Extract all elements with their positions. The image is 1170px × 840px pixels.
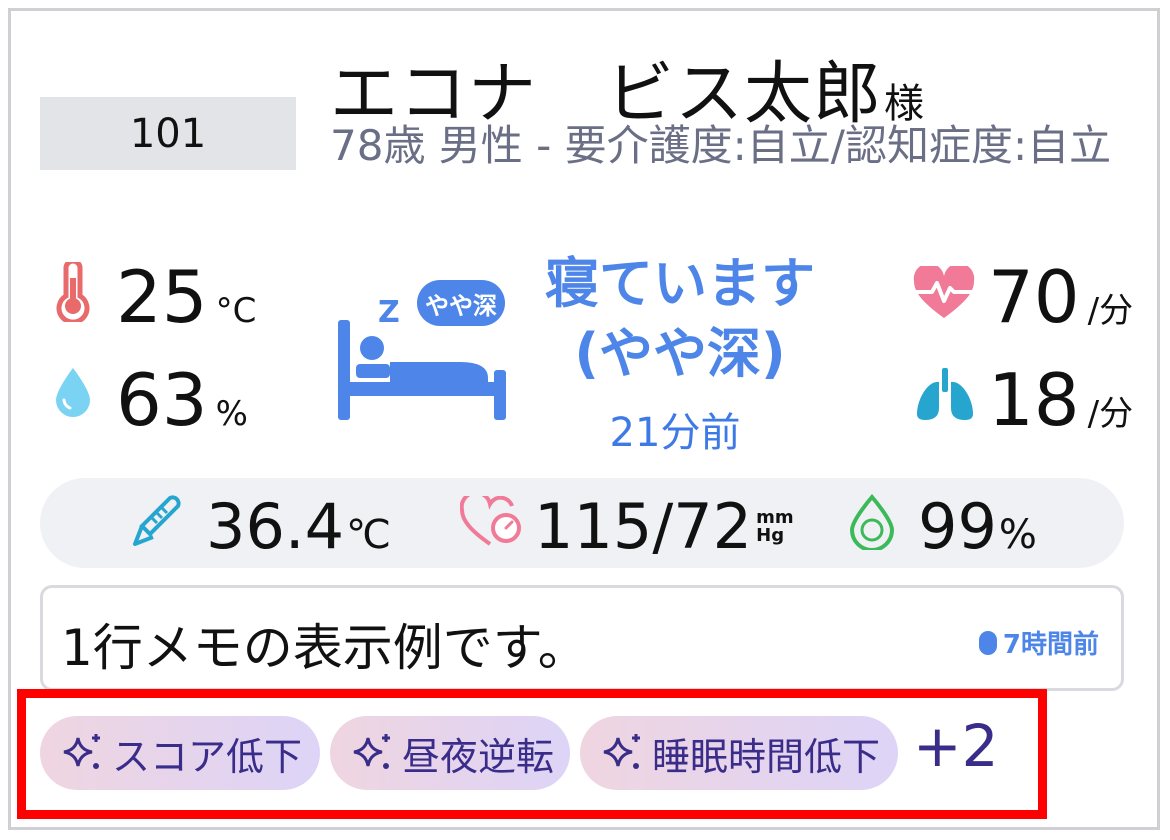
room-humidity: 63 % <box>116 358 248 442</box>
thermometer-icon <box>56 262 90 322</box>
memo-box[interactable]: 1行メモの表示例です。 7時間前 <box>40 585 1124 691</box>
memo-time-ago-text: 7時間前 <box>1002 630 1099 660</box>
blood-pressure-unit-top: mm <box>756 506 794 528</box>
room-temperature: 25 °C <box>116 255 256 339</box>
sparkle-icon <box>603 734 640 769</box>
spo2: 99 % <box>918 490 1037 563</box>
body-thermometer-icon <box>133 495 181 546</box>
lungs-icon <box>917 368 973 420</box>
body-temperature-value: 36.4 <box>206 490 345 563</box>
room-temperature-unit: °C <box>215 291 257 331</box>
blood-pressure-unit: mm Hg <box>756 506 794 546</box>
sleep-time-ago: 21分前 <box>609 410 741 456</box>
heart-rate-value: 70 <box>988 255 1080 339</box>
sleep-depth-text: (やや深) <box>574 322 786 385</box>
memo-text: 1行メモの表示例です。 <box>61 619 588 677</box>
room-number: 101 <box>40 97 296 170</box>
sparkle-icon <box>63 734 100 769</box>
heart-rate-unit: /分 <box>1087 291 1134 331</box>
more-alerts-count[interactable]: +2 <box>913 712 999 780</box>
room-humidity-value: 63 <box>116 358 208 442</box>
spo2-value: 99 <box>918 490 997 563</box>
respiration-rate: 18 /分 <box>988 358 1133 442</box>
alert-tag-label: 睡眠時間低下 <box>652 734 881 779</box>
room-humidity-unit: % <box>215 394 248 434</box>
oxygen-drop-icon <box>849 494 895 550</box>
memo-dot-icon <box>978 630 997 655</box>
room-temperature-value: 25 <box>116 255 208 339</box>
bed-icon <box>338 320 506 420</box>
sleep-status: 寝ています (やや深) <box>530 254 830 384</box>
water-drop-icon <box>56 368 90 417</box>
blood-pressure: 115/72 mm Hg <box>534 490 794 563</box>
sparkle-icon <box>353 734 390 769</box>
respiration-value: 18 <box>988 358 1080 442</box>
alert-tag-sleep-time-drop[interactable]: 睡眠時間低下 <box>580 716 898 790</box>
alert-tag-day-night-reversal[interactable]: 昼夜逆転 <box>330 716 570 790</box>
sleep-status-text: 寝ています <box>545 252 815 315</box>
blood-pressure-value: 115/72 <box>534 490 753 563</box>
heartbeat-icon <box>913 266 975 318</box>
alert-tag-label: 昼夜逆転 <box>402 734 555 779</box>
alert-tag-score-drop[interactable]: スコア低下 <box>40 716 320 790</box>
respiration-unit: /分 <box>1087 394 1134 434</box>
spo2-unit: % <box>998 512 1037 558</box>
body-temperature-unit: ℃ <box>346 512 391 558</box>
heart-rate: 70 /分 <box>988 255 1133 339</box>
resident-details: 78歳 男性 - 要介護度:自立/認知症度:自立 <box>330 121 1112 170</box>
blood-pressure-unit-bottom: Hg <box>756 524 785 546</box>
measured-vitals-bar: 36.4 ℃ 115/72 mm Hg 99 % <box>40 478 1124 568</box>
memo-time-ago: 7時間前 <box>978 624 1099 661</box>
blood-pressure-icon <box>460 496 521 546</box>
body-temperature: 36.4 ℃ <box>206 490 391 563</box>
alert-tag-label: スコア低下 <box>112 734 303 779</box>
